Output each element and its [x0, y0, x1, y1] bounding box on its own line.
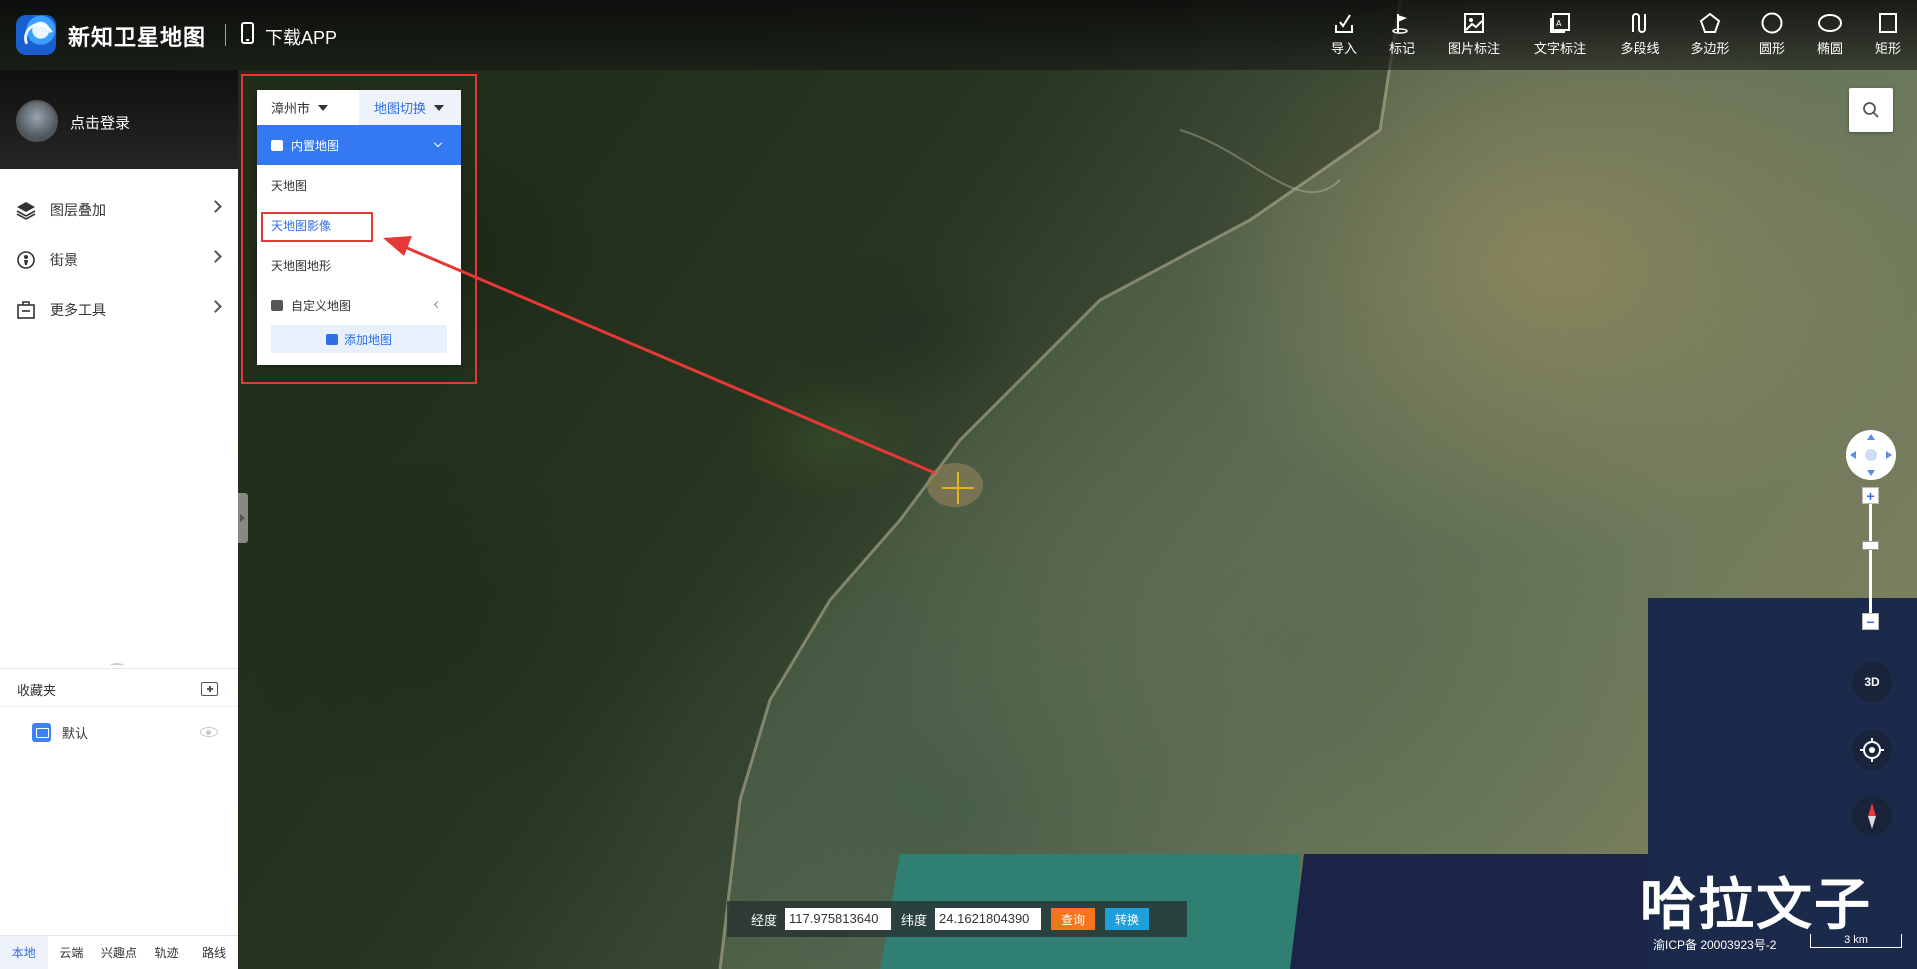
image-annotation-icon — [1461, 10, 1487, 36]
sidebar-bottom-tabs: 本地 云端 兴趣点 轨迹 路线 — [0, 935, 238, 969]
scale-bar: 3 km — [1810, 934, 1902, 948]
street-view-icon — [16, 250, 36, 270]
location-marker-icon — [942, 472, 974, 504]
ellipse-icon — [1817, 10, 1843, 36]
ellipse-button[interactable]: 椭圆 — [1801, 0, 1859, 70]
pan-control[interactable] — [1846, 430, 1896, 480]
latitude-input[interactable]: 24.1621804390 — [935, 908, 1042, 930]
import-icon — [1331, 10, 1357, 36]
3d-toggle-button[interactable]: 3D — [1852, 662, 1892, 702]
add-folder-icon[interactable] — [201, 682, 218, 696]
drawing-toolbar: 导入 标记 图片标注 A 文字标注 多段线 多边形 圆形 椭圆 矩形 — [1315, 0, 1917, 70]
latitude-label: 纬度 — [901, 912, 928, 928]
left-sidebar: 点击登录 图层叠加 街景 更多工具 收藏夹 默认 本地 云端 兴趣点 轨迹 路线 — [0, 70, 238, 969]
coordinate-bar: 经度 117.975813640 纬度 24.1621804390 查询 转换 — [727, 901, 1187, 937]
layers-icon — [16, 200, 36, 220]
sidebar-item-more-tools[interactable]: 更多工具 — [0, 285, 238, 335]
chevron-right-icon — [209, 250, 222, 263]
polyline-button[interactable]: 多段线 — [1603, 0, 1677, 70]
convert-button[interactable]: 转换 — [1105, 908, 1150, 930]
watermark: 哈拉文子 — [1640, 873, 1872, 938]
polygon-button[interactable]: 多边形 — [1677, 0, 1743, 70]
icp-license[interactable]: 渝ICP备 20003923号-2 — [1653, 936, 1776, 953]
tab-track[interactable]: 轨迹 — [143, 936, 191, 969]
sidebar-collapse-handle[interactable] — [238, 493, 248, 543]
annotation-highlight-box — [261, 212, 373, 242]
flag-icon — [1389, 10, 1415, 36]
target-icon — [1860, 738, 1884, 762]
circle-icon — [1759, 10, 1785, 36]
circle-button[interactable]: 圆形 — [1743, 0, 1801, 70]
zoom-slider-handle[interactable] — [1862, 541, 1879, 550]
compass-button[interactable] — [1852, 796, 1892, 836]
sidebar-item-street-view[interactable]: 街景 — [0, 235, 238, 285]
divider — [0, 668, 238, 669]
chevron-right-icon — [209, 200, 222, 213]
visibility-eye-icon[interactable] — [200, 727, 218, 737]
favorites-title: 收藏夹 — [17, 683, 57, 698]
marker-button[interactable]: 标记 — [1373, 0, 1431, 70]
longitude-label: 经度 — [751, 912, 778, 928]
import-button[interactable]: 导入 — [1315, 0, 1373, 70]
phone-icon[interactable] — [241, 22, 254, 44]
avatar[interactable] — [16, 100, 58, 142]
tab-route[interactable]: 路线 — [190, 936, 238, 969]
rectangle-icon — [1875, 10, 1901, 36]
svg-text:A: A — [1556, 19, 1562, 28]
query-button[interactable]: 查询 — [1051, 908, 1096, 930]
longitude-input[interactable]: 117.975813640 — [785, 908, 892, 930]
zoom-out-button[interactable]: − — [1862, 613, 1879, 630]
divider — [225, 24, 226, 46]
polyline-icon — [1627, 10, 1653, 36]
top-bar: 新知卫星地图 下载APP 导入 标记 图片标注 A 文字标注 多段线 多边形 圆… — [0, 0, 1917, 70]
sidebar-item-layers[interactable]: 图层叠加 — [0, 185, 238, 235]
tab-cloud[interactable]: 云端 — [48, 936, 96, 969]
sidebar-menu: 图层叠加 街景 更多工具 — [0, 169, 238, 335]
chevron-right-icon — [209, 300, 222, 313]
zoom-slider[interactable] — [1869, 495, 1872, 622]
favorites-item-default[interactable]: 默认 — [32, 720, 88, 744]
locate-button[interactable] — [1852, 730, 1892, 770]
toolbox-icon — [16, 300, 36, 320]
polygon-icon — [1697, 10, 1723, 36]
compass-icon — [1868, 803, 1876, 829]
text-annotation-button[interactable]: A 文字标注 — [1517, 0, 1603, 70]
download-app-link[interactable]: 下载APP — [265, 24, 337, 50]
pan-arrows-icon — [1850, 434, 1892, 476]
tab-poi[interactable]: 兴趣点 — [95, 936, 143, 969]
favorites-header: 收藏夹 — [0, 673, 238, 707]
login-link[interactable]: 点击登录 — [70, 112, 130, 133]
search-icon — [1863, 102, 1879, 118]
folder-icon — [32, 722, 51, 742]
search-button[interactable] — [1849, 88, 1893, 132]
tab-local[interactable]: 本地 — [0, 936, 48, 969]
user-panel: 点击登录 — [0, 70, 238, 169]
brand-title[interactable]: 新知卫星地图 — [68, 20, 206, 52]
zoom-in-button[interactable]: + — [1862, 487, 1879, 504]
text-annotation-icon: A — [1547, 10, 1573, 36]
image-annotation-button[interactable]: 图片标注 — [1431, 0, 1517, 70]
rectangle-button[interactable]: 矩形 — [1859, 0, 1917, 70]
app-logo-icon[interactable] — [16, 15, 56, 55]
